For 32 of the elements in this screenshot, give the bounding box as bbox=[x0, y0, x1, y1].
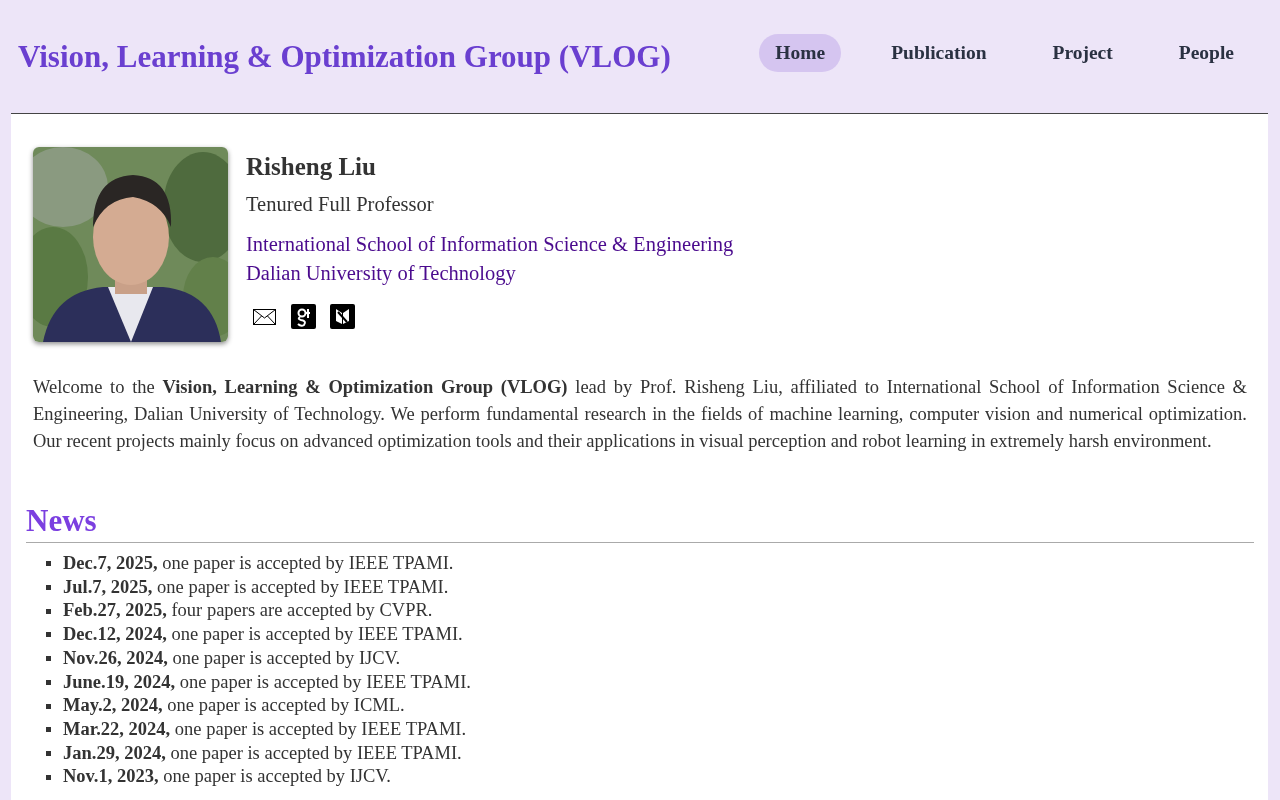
news-item: Nov.26, 2024, one paper is accepted by IJCV. bbox=[63, 646, 401, 670]
news-item: Dec.7, 2025, one paper is accepted by IEEE TPAMI. bbox=[63, 552, 454, 575]
bullet-icon bbox=[46, 774, 51, 780]
person-name: Risheng Liu bbox=[246, 153, 376, 181]
nav-link[interactable]: People bbox=[1162, 33, 1250, 72]
bullet-icon bbox=[46, 656, 51, 662]
nav-link[interactable]: Home bbox=[759, 33, 842, 72]
news-item: Jul.7, 2025, one paper is accepted by IEEE TPAMI. bbox=[63, 575, 449, 599]
bullet-icon bbox=[46, 703, 51, 709]
news-item: Jan.29, 2024, one paper is accepted by IEEE TPAMI. bbox=[63, 741, 462, 765]
news-item: June.19, 2024, one paper is accepted by IEEE TPAMI. bbox=[63, 670, 471, 694]
bullet-icon bbox=[46, 585, 51, 591]
intro-paragraph: Welcome to the Vision, Learning & Optimization Group (VLOG) lead by Prof. Risheng Liu, affiliated to International School of Information Science & Engineering, Dalian University of Technology. We perform fundamental research in the fields of machine learning, computer vision and numerical optimization. Our recent projects mainly focus on advanced optimization tools and their applications in visual perception and robot learning in extremely harsh environment. bbox=[33, 376, 1247, 453]
bullet-icon bbox=[46, 679, 51, 685]
bullet-icon bbox=[46, 632, 51, 638]
nav-link[interactable]: Project bbox=[1036, 33, 1129, 72]
person-title: Tenured Full Professor bbox=[246, 193, 434, 216]
affiliation-link[interactable]: International School of Information Science & Engineering bbox=[246, 230, 734, 259]
affiliation-link[interactable]: Dalian University of Technology bbox=[246, 259, 734, 288]
nav-link[interactable]: Publication bbox=[875, 33, 1003, 72]
bullet-icon bbox=[46, 561, 51, 567]
bullet-icon bbox=[46, 750, 51, 756]
bullet-icon bbox=[46, 727, 51, 733]
bullet-icon bbox=[46, 608, 51, 614]
news-heading: News bbox=[26, 502, 1254, 543]
scholar-icon[interactable] bbox=[291, 304, 316, 329]
news-item: Dec.12, 2024, one paper is accepted by IEEE TPAMI. bbox=[63, 623, 463, 647]
news-item: Feb.27, 2025, four papers are accepted by CVPR. bbox=[63, 599, 433, 623]
site-logo[interactable]: Vision, Learning & Optimization Group (VLOG) bbox=[18, 30, 671, 75]
news-item: Mar.22, 2024, one paper is accepted by IEEE TPAMI. bbox=[63, 717, 467, 741]
news-item: Nov.1, 2023, one paper is accepted by IJCV. bbox=[63, 765, 391, 789]
news-item: May.2, 2024, one paper is accepted by ICML. bbox=[63, 694, 405, 718]
